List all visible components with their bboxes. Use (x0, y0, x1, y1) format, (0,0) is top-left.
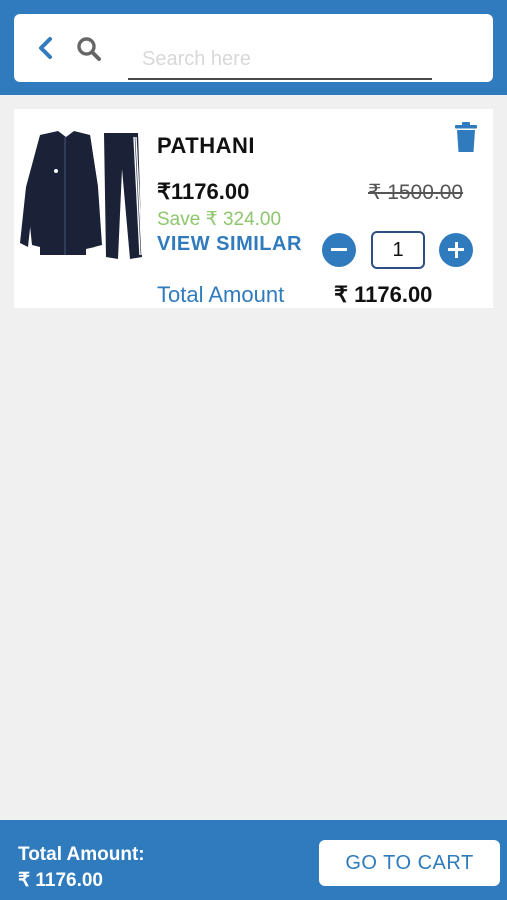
decrease-quantity-button[interactable] (322, 233, 356, 267)
product-image[interactable] (18, 127, 146, 261)
go-to-cart-button[interactable]: GO TO CART (319, 840, 500, 886)
quantity-field[interactable]: 1 (371, 231, 425, 269)
item-total-label: Total Amount (157, 282, 285, 307)
footer-total-label: Total Amount: (18, 844, 145, 865)
top-bar (0, 0, 507, 95)
product-mrp: ₹ 1500.00 (368, 181, 464, 204)
item-total-value: ₹ 1176.00 (334, 282, 433, 307)
savings-text: Save ₹ 324.00 (157, 209, 282, 230)
increase-quantity-button[interactable] (439, 233, 473, 267)
search-icon[interactable] (76, 36, 102, 62)
product-price: ₹1176.00 (157, 179, 250, 204)
view-similar-link[interactable]: VIEW SIMILAR (157, 233, 302, 256)
cart-item-card: PATHANI ₹1176.00 ₹ 1500.00 Save ₹ 324.00… (14, 109, 493, 308)
bottom-bar: Total Amount: ₹ 1176.00 GO TO CART (0, 820, 507, 900)
trash-icon[interactable] (454, 121, 478, 153)
search-input[interactable] (128, 40, 432, 80)
footer-total-value: ₹ 1176.00 (18, 870, 103, 891)
search-box (14, 14, 493, 82)
product-name[interactable]: PATHANI (157, 133, 255, 159)
back-icon[interactable] (36, 36, 56, 60)
